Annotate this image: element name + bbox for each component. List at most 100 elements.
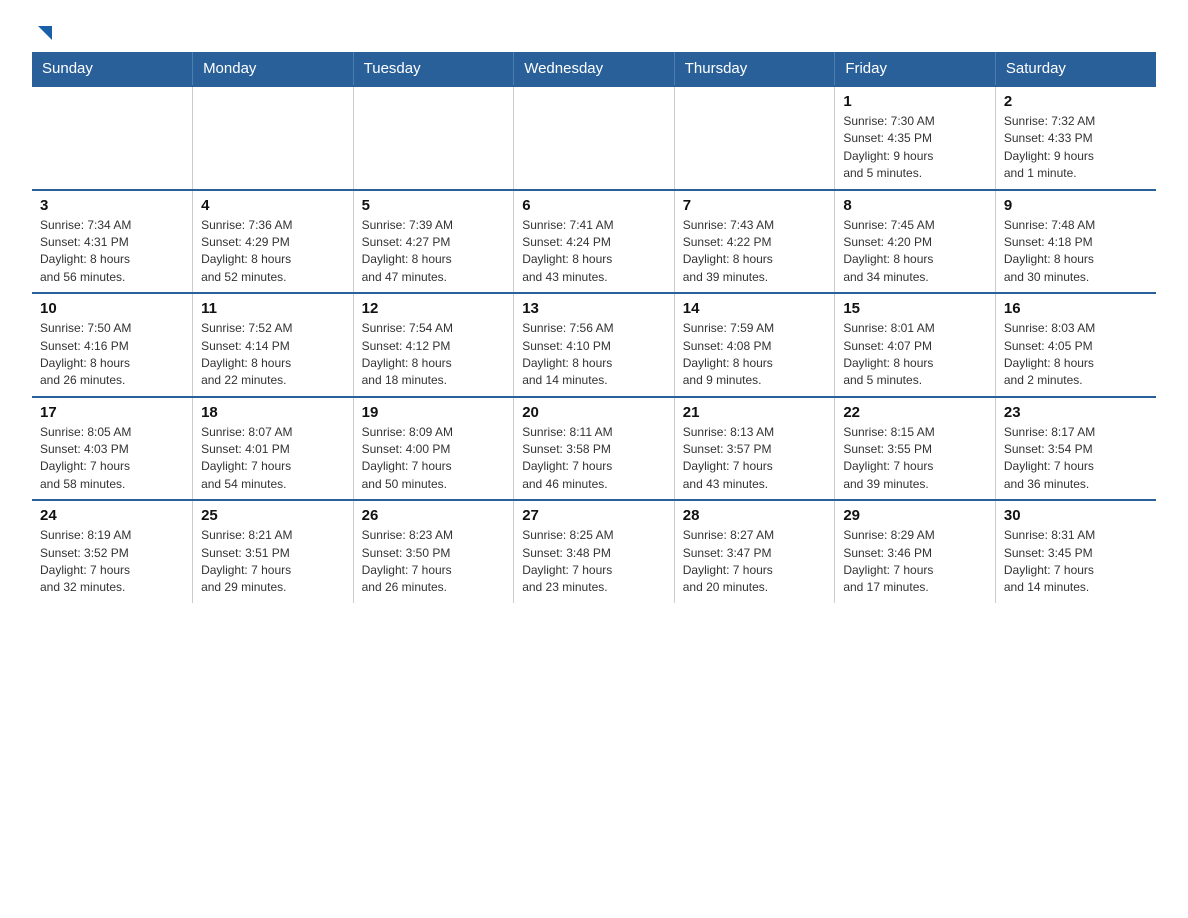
day-cell-3-0: 17 Sunrise: 8:05 AM Sunset: 4:03 PM Dayli…	[32, 397, 193, 501]
day-info: Sunrise: 8:05 AM Sunset: 4:03 PM Dayligh…	[40, 424, 184, 494]
week-row-1: 1 Sunrise: 7:30 AM Sunset: 4:35 PM Daylig…	[32, 86, 1156, 190]
day-info: Sunrise: 7:43 AM Sunset: 4:22 PM Dayligh…	[683, 217, 827, 287]
day-info: Sunrise: 8:21 AM Sunset: 3:51 PM Dayligh…	[201, 527, 345, 597]
day-number: 24	[40, 507, 184, 524]
day-info: Sunrise: 8:27 AM Sunset: 3:47 PM Dayligh…	[683, 527, 827, 597]
day-cell-1-6: 9 Sunrise: 7:48 AM Sunset: 4:18 PM Daylig…	[995, 190, 1156, 294]
day-cell-3-3: 20Sunrise: 8:11 AM Sunset: 3:58 PM Dayli…	[514, 397, 675, 501]
day-info: Sunrise: 8:07 AM Sunset: 4:01 PM Dayligh…	[201, 424, 345, 494]
week-row-3: 10 Sunrise: 7:50 AM Sunset: 4:16 PM Dayli…	[32, 293, 1156, 397]
day-info: Sunrise: 8:17 AM Sunset: 3:54 PM Dayligh…	[1004, 424, 1148, 494]
day-number: 28	[683, 507, 827, 524]
day-cell-0-5: 1 Sunrise: 7:30 AM Sunset: 4:35 PM Daylig…	[835, 86, 996, 190]
day-info: Sunrise: 8:09 AM Sunset: 4:00 PM Dayligh…	[362, 424, 506, 494]
day-number: 5	[362, 197, 506, 214]
day-info: Sunrise: 8:31 AM Sunset: 3:45 PM Dayligh…	[1004, 527, 1148, 597]
day-number: 18	[201, 404, 345, 421]
day-number: 26	[362, 507, 506, 524]
day-number: 1	[843, 93, 987, 110]
day-cell-1-2: 5 Sunrise: 7:39 AM Sunset: 4:27 PM Daylig…	[353, 190, 514, 294]
page-header	[32, 24, 1156, 40]
day-cell-0-4	[674, 86, 835, 190]
day-cell-4-2: 26 Sunrise: 8:23 AM Sunset: 3:50 PM Dayli…	[353, 500, 514, 603]
calendar-header: SundayMondayTuesdayWednesdayThursdayFrid…	[32, 52, 1156, 86]
day-cell-1-1: 4Sunrise: 7:36 AM Sunset: 4:29 PM Daylig…	[193, 190, 354, 294]
day-cell-0-0	[32, 86, 193, 190]
day-number: 4	[201, 197, 345, 214]
week-row-5: 24 Sunrise: 8:19 AM Sunset: 3:52 PM Dayli…	[32, 500, 1156, 603]
day-info: Sunrise: 7:52 AM Sunset: 4:14 PM Dayligh…	[201, 320, 345, 390]
day-number: 11	[201, 300, 345, 317]
day-cell-3-1: 18 Sunrise: 8:07 AM Sunset: 4:01 PM Dayli…	[193, 397, 354, 501]
day-info: Sunrise: 7:30 AM Sunset: 4:35 PM Dayligh…	[843, 113, 987, 183]
day-cell-4-0: 24 Sunrise: 8:19 AM Sunset: 3:52 PM Dayli…	[32, 500, 193, 603]
day-number: 30	[1004, 507, 1148, 524]
day-number: 23	[1004, 404, 1148, 421]
day-info: Sunrise: 7:34 AM Sunset: 4:31 PM Dayligh…	[40, 217, 184, 287]
day-cell-1-5: 8 Sunrise: 7:45 AM Sunset: 4:20 PM Daylig…	[835, 190, 996, 294]
day-number: 12	[362, 300, 506, 317]
week-row-2: 3 Sunrise: 7:34 AM Sunset: 4:31 PM Daylig…	[32, 190, 1156, 294]
day-info: Sunrise: 8:25 AM Sunset: 3:48 PM Dayligh…	[522, 527, 666, 597]
day-cell-0-2	[353, 86, 514, 190]
header-sunday: Sunday	[32, 52, 193, 86]
day-info: Sunrise: 7:41 AM Sunset: 4:24 PM Dayligh…	[522, 217, 666, 287]
header-wednesday: Wednesday	[514, 52, 675, 86]
day-cell-3-2: 19 Sunrise: 8:09 AM Sunset: 4:00 PM Dayli…	[353, 397, 514, 501]
day-cell-0-6: 2 Sunrise: 7:32 AM Sunset: 4:33 PM Daylig…	[995, 86, 1156, 190]
day-cell-4-3: 27 Sunrise: 8:25 AM Sunset: 3:48 PM Dayli…	[514, 500, 675, 603]
day-info: Sunrise: 7:48 AM Sunset: 4:18 PM Dayligh…	[1004, 217, 1148, 287]
day-cell-2-6: 16 Sunrise: 8:03 AM Sunset: 4:05 PM Dayli…	[995, 293, 1156, 397]
day-number: 8	[843, 197, 987, 214]
day-info: Sunrise: 8:01 AM Sunset: 4:07 PM Dayligh…	[843, 320, 987, 390]
day-number: 15	[843, 300, 987, 317]
day-info: Sunrise: 8:11 AM Sunset: 3:58 PM Dayligh…	[522, 424, 666, 494]
day-info: Sunrise: 7:54 AM Sunset: 4:12 PM Dayligh…	[362, 320, 506, 390]
day-cell-3-6: 23 Sunrise: 8:17 AM Sunset: 3:54 PM Dayli…	[995, 397, 1156, 501]
day-number: 6	[522, 197, 666, 214]
day-info: Sunrise: 8:29 AM Sunset: 3:46 PM Dayligh…	[843, 527, 987, 597]
day-cell-0-3	[514, 86, 675, 190]
day-cell-0-1	[193, 86, 354, 190]
day-cell-2-3: 13 Sunrise: 7:56 AM Sunset: 4:10 PM Dayli…	[514, 293, 675, 397]
day-info: Sunrise: 7:59 AM Sunset: 4:08 PM Dayligh…	[683, 320, 827, 390]
day-number: 22	[843, 404, 987, 421]
day-number: 19	[362, 404, 506, 421]
day-info: Sunrise: 7:50 AM Sunset: 4:16 PM Dayligh…	[40, 320, 184, 390]
week-row-4: 17 Sunrise: 8:05 AM Sunset: 4:03 PM Dayli…	[32, 397, 1156, 501]
day-info: Sunrise: 8:19 AM Sunset: 3:52 PM Dayligh…	[40, 527, 184, 597]
day-info: Sunrise: 7:32 AM Sunset: 4:33 PM Dayligh…	[1004, 113, 1148, 183]
day-number: 14	[683, 300, 827, 317]
day-number: 3	[40, 197, 184, 214]
day-info: Sunrise: 7:45 AM Sunset: 4:20 PM Dayligh…	[843, 217, 987, 287]
day-info: Sunrise: 8:15 AM Sunset: 3:55 PM Dayligh…	[843, 424, 987, 494]
day-cell-4-4: 28 Sunrise: 8:27 AM Sunset: 3:47 PM Dayli…	[674, 500, 835, 603]
day-cell-4-5: 29 Sunrise: 8:29 AM Sunset: 3:46 PM Dayli…	[835, 500, 996, 603]
day-number: 29	[843, 507, 987, 524]
day-info: Sunrise: 8:13 AM Sunset: 3:57 PM Dayligh…	[683, 424, 827, 494]
logo-triangle-icon	[34, 22, 56, 44]
day-number: 27	[522, 507, 666, 524]
day-number: 10	[40, 300, 184, 317]
day-number: 9	[1004, 197, 1148, 214]
day-number: 25	[201, 507, 345, 524]
day-info: Sunrise: 7:39 AM Sunset: 4:27 PM Dayligh…	[362, 217, 506, 287]
day-cell-2-2: 12 Sunrise: 7:54 AM Sunset: 4:12 PM Dayli…	[353, 293, 514, 397]
day-number: 17	[40, 404, 184, 421]
day-cell-2-0: 10 Sunrise: 7:50 AM Sunset: 4:16 PM Dayli…	[32, 293, 193, 397]
day-cell-4-6: 30 Sunrise: 8:31 AM Sunset: 3:45 PM Dayli…	[995, 500, 1156, 603]
header-friday: Friday	[835, 52, 996, 86]
day-number: 2	[1004, 93, 1148, 110]
header-tuesday: Tuesday	[353, 52, 514, 86]
day-cell-3-4: 21 Sunrise: 8:13 AM Sunset: 3:57 PM Dayli…	[674, 397, 835, 501]
day-cell-1-4: 7Sunrise: 7:43 AM Sunset: 4:22 PM Daylig…	[674, 190, 835, 294]
day-info: Sunrise: 8:23 AM Sunset: 3:50 PM Dayligh…	[362, 527, 506, 597]
day-cell-3-5: 22 Sunrise: 8:15 AM Sunset: 3:55 PM Dayli…	[835, 397, 996, 501]
day-number: 13	[522, 300, 666, 317]
day-number: 21	[683, 404, 827, 421]
day-cell-2-5: 15 Sunrise: 8:01 AM Sunset: 4:07 PM Dayli…	[835, 293, 996, 397]
day-info: Sunrise: 8:03 AM Sunset: 4:05 PM Dayligh…	[1004, 320, 1148, 390]
day-info: Sunrise: 7:56 AM Sunset: 4:10 PM Dayligh…	[522, 320, 666, 390]
day-number: 16	[1004, 300, 1148, 317]
logo	[32, 24, 56, 40]
